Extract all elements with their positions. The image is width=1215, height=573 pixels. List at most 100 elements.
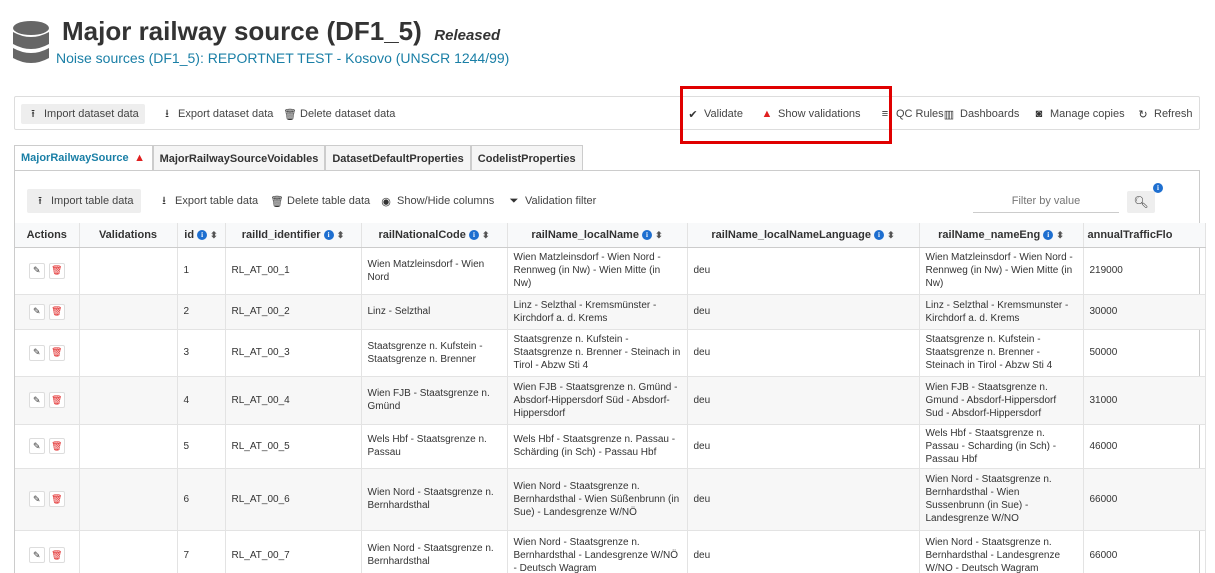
code-cell: Wien Matzleinsdorf - Wien Nord (361, 247, 508, 295)
actions-cell: ✎ 🗑 (15, 376, 80, 425)
manage-copies-button[interactable]: ◙ Manage copies (1027, 104, 1131, 124)
upload-icon: ⭱ (38, 194, 42, 207)
code-cell: Wien FJB - Staatsgrenze n. Gmünd (361, 376, 508, 425)
sort-icon[interactable]: ⬍ (887, 230, 895, 240)
export-table-label: Export table data (175, 195, 259, 207)
filter-icon: ⏷ (509, 194, 519, 207)
sort-icon[interactable]: ⬍ (210, 230, 218, 240)
railid-cell: RL_AT_00_3 (225, 329, 362, 377)
traffic-cell: 219000 (1083, 247, 1206, 295)
edit-icon[interactable]: ✎ (28, 392, 45, 408)
info-icon[interactable]: i (468, 229, 479, 240)
export-dataset-button[interactable]: ⭳ Export dataset data (155, 104, 279, 124)
tab-major-railway-source[interactable]: MajorRailwaySource ▲ (14, 145, 153, 171)
id-cell: 1 (177, 247, 226, 295)
show-hide-columns-button[interactable]: ◉ Show/Hide columns (373, 189, 501, 213)
delete-table-button[interactable]: 🗑 Delete table data (263, 189, 377, 213)
page-header: Major railway source (DF1_5) Released No… (10, 14, 1210, 74)
export-table-button[interactable]: ⭳ Export table data (151, 189, 265, 213)
info-icon[interactable]: i (642, 229, 653, 240)
delete-dataset-button[interactable]: 🗑 Delete dataset data (277, 104, 401, 124)
railid-cell: RL_AT_00_5 (225, 424, 362, 469)
validation-filter-button[interactable]: ⏷ Validation filter (501, 189, 603, 213)
import-table-button[interactable]: ⭱ Import table data (27, 189, 141, 213)
column-header-traffic[interactable]: annualTrafficFlo (1083, 223, 1206, 248)
delete-table-label: Delete table data (287, 195, 371, 207)
table-row[interactable]: ✎ 🗑 4 RL_AT_00_4 Wien FJB - Staatsgrenze … (15, 376, 1206, 425)
breadcrumb-link[interactable]: Noise sources (DF1_5): REPORTNET TEST - … (56, 50, 509, 66)
tab-codelist-properties[interactable]: CodelistProperties (470, 145, 583, 171)
tab-major-railway-source-voidables[interactable]: MajorRailwaySourceVoidables (152, 145, 326, 171)
info-icon[interactable]: i (1153, 183, 1163, 193)
table-header-row: Actions Validations id i ⬍ railId_identi… (15, 223, 1206, 248)
name-eng-cell: Linz - Selzthal - Kremsmunster - Kirchdo… (919, 294, 1084, 330)
code-cell: Wien Nord - Staatsgrenze n. Bernhardstha… (361, 530, 508, 573)
manage-copies-label: Manage copies (1050, 108, 1125, 120)
table-toolbar: ⭱ Import table data ⭳ Export table data … (27, 183, 1199, 213)
sort-icon[interactable]: ⬍ (482, 230, 490, 240)
tab-dataset-default-properties[interactable]: DatasetDefaultProperties (325, 145, 471, 171)
delete-icon[interactable]: 🗑 (48, 491, 65, 507)
edit-icon[interactable]: ✎ (28, 344, 45, 361)
export-dataset-label: Export dataset data (178, 108, 274, 120)
dashboards-button[interactable]: ▥ Dashboards (937, 104, 1025, 124)
sort-icon[interactable]: ⬍ (655, 230, 663, 240)
refresh-button[interactable]: ↻ Refresh (1131, 104, 1199, 124)
id-cell: 5 (177, 424, 226, 469)
header-label: annualTrafficFlo (1087, 228, 1173, 241)
info-icon[interactable]: i (874, 229, 885, 240)
info-icon[interactable]: i (323, 229, 334, 240)
edit-icon[interactable]: ✎ (28, 303, 45, 320)
name-eng-cell: Wien FJB - Staatsgrenze n. Gmund - Absdo… (919, 376, 1084, 425)
sort-icon[interactable]: ⬍ (1056, 230, 1064, 240)
local-name-cell: Wien FJB - Staatsgrenze n. Gmünd - Absdo… (507, 376, 688, 425)
delete-icon[interactable]: 🗑 (48, 344, 65, 361)
column-header-name-eng[interactable]: railName_nameEng i ⬍ (919, 223, 1084, 248)
id-cell: 2 (177, 294, 226, 330)
trash-icon: 🗑 (283, 108, 297, 121)
dashboards-label: Dashboards (960, 108, 1020, 120)
search-button[interactable]: 🔍︎ (1127, 191, 1155, 213)
railid-cell: RL_AT_00_7 (225, 530, 362, 573)
table-row[interactable]: ✎ 🗑 1 RL_AT_00_1 Wien Matzleinsdorf - Wie… (15, 247, 1206, 295)
info-icon[interactable]: i (197, 229, 208, 240)
table-row[interactable]: ✎ 🗑 3 RL_AT_00_3 Staatsgrenze n. Kufstein… (15, 329, 1206, 377)
traffic-cell: 50000 (1083, 329, 1206, 377)
trash-icon: 🗑 (270, 195, 284, 208)
sort-icon[interactable]: ⬍ (337, 230, 345, 240)
delete-icon[interactable]: 🗑 (48, 547, 65, 563)
column-header-local-name[interactable]: railName_localName i ⬍ (507, 223, 688, 248)
table-row[interactable]: ✎ 🗑 7 RL_AT_00_7 Wien Nord - Staatsgrenze… (15, 530, 1206, 573)
language-cell: deu (687, 294, 920, 330)
column-header-validations: Validations (79, 223, 178, 248)
column-header-language[interactable]: railName_localNameLanguage i ⬍ (687, 223, 920, 248)
language-cell: deu (687, 468, 920, 531)
column-header-national-code[interactable]: railNationalCode i ⬍ (361, 223, 508, 248)
delete-icon[interactable]: 🗑 (48, 392, 65, 408)
filter-input[interactable] (973, 189, 1119, 213)
table-row[interactable]: ✎ 🗑 6 RL_AT_00_6 Wien Nord - Staatsgrenze… (15, 468, 1206, 531)
id-cell: 4 (177, 376, 226, 425)
validations-cell (79, 247, 178, 295)
import-dataset-button[interactable]: ⭱ Import dataset data (21, 104, 145, 124)
edit-icon[interactable]: ✎ (28, 491, 45, 507)
local-name-cell: Linz - Selzthal - Kremsmünster - Kirchdo… (507, 294, 688, 330)
name-eng-cell: Wels Hbf - Staatsgrenze n. Passau - Scha… (919, 424, 1084, 469)
info-icon[interactable]: i (1043, 229, 1054, 240)
edit-icon[interactable]: ✎ (28, 262, 45, 279)
delete-icon[interactable]: 🗑 (48, 303, 65, 320)
column-header-id[interactable]: id i ⬍ (177, 223, 226, 248)
show-hide-columns-label: Show/Hide columns (397, 195, 495, 207)
edit-icon[interactable]: ✎ (28, 438, 45, 454)
header-label: Validations (98, 228, 158, 241)
code-cell: Wien Nord - Staatsgrenze n. Bernhardstha… (361, 468, 508, 531)
traffic-cell: 66000 (1083, 530, 1206, 573)
delete-icon[interactable]: 🗑 (48, 438, 65, 454)
column-header-railid[interactable]: railId_identifier i ⬍ (225, 223, 362, 248)
delete-icon[interactable]: 🗑 (48, 262, 65, 279)
table-row[interactable]: ✎ 🗑 2 RL_AT_00_2 Linz - Selzthal Linz - S… (15, 294, 1206, 330)
import-table-label: Import table data (51, 195, 134, 207)
edit-icon[interactable]: ✎ (28, 547, 45, 563)
table-row[interactable]: ✎ 🗑 5 RL_AT_00_5 Wels Hbf - Staatsgrenze … (15, 424, 1206, 469)
actions-cell: ✎ 🗑 (15, 468, 80, 531)
